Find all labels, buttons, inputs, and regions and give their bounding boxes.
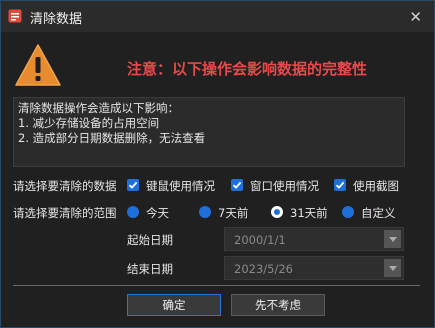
radio-custom[interactable] xyxy=(342,206,354,218)
info-line: 1. 减少存储设备的占用空间 xyxy=(18,116,160,130)
chevron-down-icon[interactable] xyxy=(384,230,401,248)
info-line: 2. 造成部分日期数据删除，无法查看 xyxy=(18,131,206,145)
radio-31-days[interactable] xyxy=(271,206,283,218)
radio-7-days[interactable] xyxy=(199,206,211,218)
checkbox-label[interactable]: 使用截图 xyxy=(353,178,399,194)
warning-triangle-icon xyxy=(15,44,61,86)
radio-label[interactable]: 31天前 xyxy=(290,205,328,221)
start-date-value: 2000/1/1 xyxy=(234,233,286,247)
divider xyxy=(13,285,420,286)
app-icon xyxy=(8,9,22,23)
confirm-button[interactable]: 确定 xyxy=(127,294,221,316)
checkbox-label[interactable]: 键鼠使用情况 xyxy=(146,178,215,194)
impact-info-box: 清除数据操作会造成以下影响： 1. 减少存储设备的占用空间 2. 造成部分日期数… xyxy=(13,97,405,167)
check-icon xyxy=(232,181,242,189)
check-icon xyxy=(128,181,138,189)
checkbox-keyboard-mouse[interactable] xyxy=(127,179,139,191)
check-icon xyxy=(335,181,345,189)
cancel-button[interactable]: 先不考虑 xyxy=(231,294,325,316)
end-date-label: 结束日期 xyxy=(127,262,173,276)
window-title: 清除数据 xyxy=(30,12,83,27)
chevron-down-icon[interactable] xyxy=(384,259,401,277)
checkbox-label[interactable]: 窗口使用情况 xyxy=(250,178,319,194)
start-date-label: 起始日期 xyxy=(127,233,173,247)
data-section-label: 请选择要清除的数据 xyxy=(13,179,117,193)
start-date-picker[interactable]: 2000/1/1 xyxy=(224,227,404,251)
end-date-picker[interactable]: 2023/5/26 xyxy=(224,256,404,280)
dialog-window: 清除数据 ✕ 注意：以下操作会影响数据的完整性 清除数据操作会造成以下影响： 1… xyxy=(0,0,435,328)
radio-label[interactable]: 今天 xyxy=(146,205,169,221)
end-date-value: 2023/5/26 xyxy=(234,262,293,276)
title-bar[interactable]: 清除数据 ✕ xyxy=(1,1,434,32)
range-section-label: 请选择要清除的范围 xyxy=(13,206,117,220)
warning-title: 注意：以下操作会影响数据的完整性 xyxy=(127,60,368,78)
close-icon[interactable]: ✕ xyxy=(409,8,422,26)
checkbox-screenshots[interactable] xyxy=(334,179,346,191)
info-line: 清除数据操作会造成以下影响： xyxy=(18,101,179,115)
radio-today[interactable] xyxy=(127,206,139,218)
checkbox-window-usage[interactable] xyxy=(231,179,243,191)
radio-label[interactable]: 7天前 xyxy=(218,205,248,221)
radio-label[interactable]: 自定义 xyxy=(361,205,396,221)
